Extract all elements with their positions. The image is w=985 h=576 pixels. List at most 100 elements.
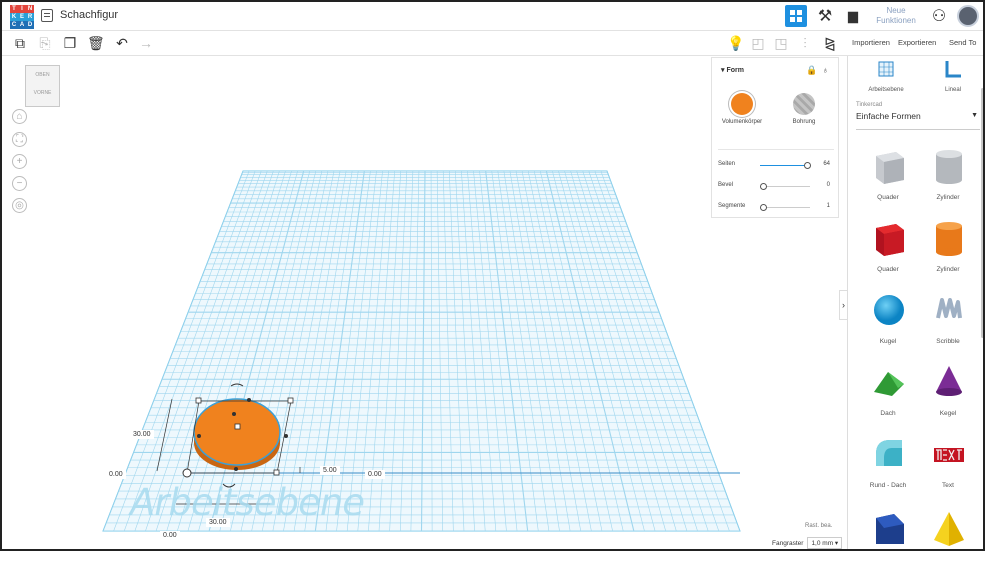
shape-inspector: ▾ Form 🔒 ♁ Volumenkörper Bohrung Seiten … <box>711 57 839 218</box>
shape-scribble[interactable]: Scribble <box>918 290 978 358</box>
mirror-icon[interactable]: ⧎ <box>822 35 838 51</box>
shape-round-roof[interactable]: Rund - Dach <box>858 434 918 502</box>
slider-knob[interactable] <box>760 183 767 190</box>
duplicate-icon[interactable]: ❐ <box>62 35 78 51</box>
view-cube-top[interactable]: OBEN <box>26 72 59 78</box>
left-zero-dimension[interactable]: 0.00 <box>106 470 126 479</box>
snap-grid-label: Fangraster <box>772 540 804 547</box>
slider-track[interactable] <box>760 183 810 190</box>
bottom-zero-dimension[interactable]: 0.00 <box>160 531 180 540</box>
view-cube[interactable]: OBEN VORNE <box>25 65 60 107</box>
slider-track[interactable] <box>760 162 811 169</box>
raster-edit-button[interactable]: Rast. bea. <box>805 523 832 529</box>
hole-label: Bohrung <box>792 119 816 125</box>
polygon-icon <box>876 514 904 544</box>
document-title[interactable]: Schachfigur <box>60 9 118 21</box>
workplane-tool[interactable]: Arbeitsebene <box>861 60 911 93</box>
bevel-slider[interactable]: Bevel 0 <box>718 180 836 192</box>
home-view-icon[interactable]: ⌂ <box>12 109 27 124</box>
round-roof-icon <box>876 440 902 466</box>
slider-value[interactable]: 0 <box>827 182 830 188</box>
segments-slider[interactable]: Segmente 1 <box>718 201 836 213</box>
sphere-icon <box>874 295 904 325</box>
shapes-sidebar: Arbeitsebene Lineal Tinkercad Einfache F… <box>847 56 985 551</box>
bulb-icon[interactable]: ♁ <box>822 65 829 75</box>
shape-cylinder-hole[interactable]: Zylinder <box>918 146 978 214</box>
shape-pyramid[interactable] <box>918 508 978 576</box>
shape-library-select[interactable]: Tinkercad Einfache Formen ▼ <box>856 102 980 130</box>
shape-sphere[interactable]: Kugel <box>858 290 918 358</box>
zoom-in-icon[interactable]: + <box>12 154 27 169</box>
shape-label: Text <box>942 482 954 489</box>
slider-track[interactable] <box>760 204 810 211</box>
sides-slider[interactable]: Seiten 64 <box>718 159 836 171</box>
slider-label: Bevel <box>718 182 734 188</box>
shape-label: Zylinder <box>936 194 960 201</box>
blocks-icon[interactable]: ▆ <box>843 8 863 24</box>
shape-box-hole[interactable]: Quader <box>858 146 918 214</box>
snap-grid-control[interactable]: Fangraster 1,0 mm ▾ <box>772 537 843 549</box>
document-icon[interactable] <box>41 9 53 22</box>
logo-letter: E <box>18 13 26 21</box>
chevron-down-icon: ▼ <box>971 112 978 119</box>
new-features-button[interactable]: Neue Funktionen <box>871 6 921 26</box>
shape-cone[interactable]: Kegel <box>918 362 978 430</box>
slider-knob[interactable] <box>804 162 811 169</box>
delete-icon[interactable]: 🗑 <box>87 35 105 51</box>
align-icon[interactable]: ⫶ <box>797 35 813 51</box>
shape-box[interactable]: Quader <box>858 218 918 286</box>
hole-option[interactable]: Bohrung <box>774 93 834 125</box>
cylinder-shape[interactable] <box>193 398 281 470</box>
right-zero-dimension[interactable]: 0.00 <box>365 470 385 479</box>
slider-label: Seiten <box>718 161 736 167</box>
import-link[interactable]: Importieren <box>852 38 890 47</box>
inspector-header[interactable]: ▾ Form <box>721 66 744 74</box>
fit-view-icon[interactable]: ⛶ <box>12 132 27 147</box>
send-to-link[interactable]: Send To <box>949 38 976 47</box>
slider-value[interactable]: 1 <box>827 203 830 209</box>
logo-letter: R <box>26 13 34 21</box>
ruler-tool[interactable]: Lineal <box>928 60 978 93</box>
solid-option[interactable]: Volumenkörper <box>712 93 772 125</box>
title-bar-actions: ⚒ ▆ Neue Funktionen ⚇ <box>785 3 979 29</box>
pickaxe-icon[interactable]: ⚒ <box>815 6 835 26</box>
zoom-out-icon[interactable]: − <box>12 176 27 191</box>
grid-icon <box>790 10 802 22</box>
library-caption: Tinkercad <box>856 102 883 108</box>
ungroup-icon[interactable]: ◳ <box>773 35 789 51</box>
slider-knob[interactable] <box>760 204 767 211</box>
height-dimension[interactable]: 30.00 <box>130 430 154 439</box>
cylinder-icon <box>936 222 962 256</box>
copy-icon[interactable]: ⧉ <box>12 35 28 51</box>
avatar[interactable] <box>957 5 979 27</box>
shape-label: Dach <box>880 410 896 417</box>
workplane-label: Arbeitsebene <box>130 481 365 524</box>
solid-swatch[interactable] <box>731 93 753 115</box>
lock-icon[interactable]: 🔒 <box>806 65 817 76</box>
shape-text[interactable]: Text <box>918 434 978 502</box>
slider-label: Segmente <box>718 203 746 209</box>
slider-value[interactable]: 64 <box>823 161 830 167</box>
bulb-icon[interactable]: 💡 <box>727 35 744 51</box>
add-user-icon[interactable]: ⚇ <box>929 6 949 26</box>
sidebar-scrollbar[interactable] <box>981 88 984 338</box>
group-icon[interactable]: ◰ <box>750 35 766 51</box>
undo-icon[interactable]: ↶ <box>114 35 130 51</box>
perspective-icon[interactable]: ◎ <box>12 198 27 213</box>
snap-grid-select[interactable]: 1,0 mm ▾ <box>807 537 843 549</box>
shape-label: Quader <box>877 194 899 201</box>
shape-roof[interactable]: Dach <box>858 362 918 430</box>
hole-swatch[interactable] <box>793 93 815 115</box>
export-link[interactable]: Exportieren <box>898 38 936 47</box>
shape-polygon[interactable] <box>858 508 918 576</box>
paste-icon[interactable]: ⎘ <box>37 35 53 51</box>
3d-view-button[interactable] <box>785 5 807 27</box>
redo-icon[interactable]: → <box>138 35 154 51</box>
elevation-dimension[interactable]: 5.00 <box>320 466 340 475</box>
width-dimension[interactable]: 30.00 <box>206 518 230 527</box>
shape-cylinder[interactable]: Zylinder <box>918 218 978 286</box>
library-value: Einfache Formen <box>856 111 921 121</box>
view-cube-front[interactable]: VORNE <box>26 90 59 96</box>
tinkercad-logo[interactable]: T I N K E R C A D <box>10 5 34 29</box>
ruler-tool-label: Lineal <box>944 87 961 93</box>
